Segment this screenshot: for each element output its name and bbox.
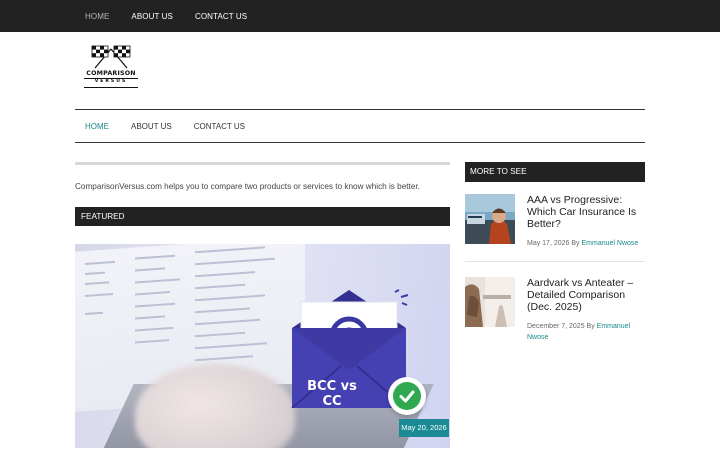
post-meta: December 7, 2025 By Emmanuel Nwose bbox=[527, 321, 645, 343]
post-by-label: By bbox=[571, 240, 580, 247]
featured-heading: FEATURED bbox=[75, 207, 450, 226]
sidebar-post[interactable]: AAA vs Progressive: Which Car Insurance … bbox=[465, 194, 645, 264]
top-bar: HOME ABOUT US CONTACT US bbox=[0, 0, 720, 32]
main-nav-contact-us[interactable]: CONTACT US bbox=[194, 122, 245, 131]
post-date: December 7, 2025 bbox=[527, 323, 585, 330]
main-nav-home[interactable]: HOME bbox=[85, 122, 109, 131]
aardvark-anteater-thumbnail-image bbox=[465, 277, 515, 327]
top-nav-about-us[interactable]: ABOUT US bbox=[131, 12, 173, 21]
post-by-label: By bbox=[586, 323, 595, 330]
top-navigation: HOME ABOUT US CONTACT US bbox=[85, 0, 269, 32]
checkmark-icon bbox=[399, 390, 415, 403]
post-date: May 17, 2026 bbox=[527, 240, 570, 247]
car-insurance-thumbnail-image bbox=[465, 194, 515, 244]
post-meta: May 17, 2026 By Emmanuel Nwose bbox=[527, 238, 645, 249]
post-title[interactable]: AAA vs Progressive: Which Car Insurance … bbox=[527, 194, 645, 230]
featured-date-badge: May 20, 2026 bbox=[399, 419, 449, 437]
top-nav-home[interactable]: HOME bbox=[85, 12, 109, 21]
checkmark-badge bbox=[388, 377, 426, 415]
post-thumbnail[interactable] bbox=[465, 277, 515, 327]
featured-image-caption: BCC vs CC bbox=[307, 379, 357, 409]
main-nav-about-us[interactable]: ABOUT US bbox=[131, 122, 172, 131]
logo-text-versus: VERSUS bbox=[94, 79, 128, 84]
top-nav-contact-us[interactable]: CONTACT US bbox=[195, 12, 247, 21]
post-author-link[interactable]: Emmanuel Nwose bbox=[582, 240, 639, 247]
sidebar-post[interactable]: Aardvark vs Anteater – Detailed Comparis… bbox=[465, 277, 645, 347]
intro-text: ComparisonVersus.com helps you to compar… bbox=[75, 182, 420, 191]
sparkle-lines-icon bbox=[394, 289, 409, 306]
content-divider bbox=[75, 162, 450, 165]
post-thumbnail[interactable] bbox=[465, 194, 515, 244]
site-logo[interactable]: COMPARISON VERSUS bbox=[82, 45, 140, 90]
sidebar-heading: MORE TO SEE bbox=[465, 162, 645, 182]
crossed-checkered-flags-icon bbox=[91, 45, 131, 69]
featured-post-image[interactable]: BCC vs CC bbox=[75, 244, 450, 448]
main-navigation: HOME ABOUT US CONTACT US bbox=[75, 109, 645, 143]
post-separator bbox=[465, 261, 645, 262]
logo-divider bbox=[84, 87, 138, 88]
logo-text-comparison: COMPARISON bbox=[86, 70, 136, 77]
post-title[interactable]: Aardvark vs Anteater – Detailed Comparis… bbox=[527, 277, 645, 313]
